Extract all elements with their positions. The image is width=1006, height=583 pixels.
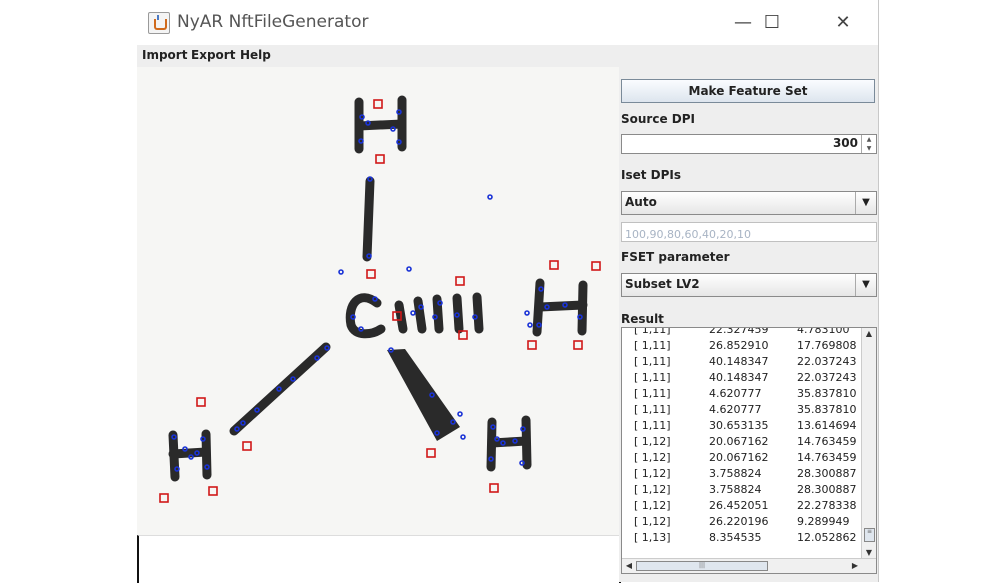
result-cell: 4.620777 (709, 387, 762, 400)
make-feature-set-button[interactable]: Make Feature Set (621, 79, 875, 103)
result-cell: [ 1,11] (634, 403, 671, 416)
result-label: Result (621, 312, 664, 326)
app-window: NyAR NftFileGenerator — ☐ ✕ Import Expor… (137, 0, 879, 583)
result-cell: 20.067162 (709, 451, 769, 464)
result-cell: 9.289949 (797, 515, 850, 528)
result-cell: 22.327459 (709, 327, 769, 336)
title-bar: NyAR NftFileGenerator — ☐ ✕ (137, 0, 878, 45)
result-cell: [ 1,12] (634, 451, 671, 464)
result-cell: 14.763459 (797, 435, 857, 448)
result-row[interactable]: [ 1,12] 26.452051 22.278338 (622, 498, 860, 514)
source-dpi-label: Source DPI (621, 112, 695, 126)
result-row[interactable]: [ 1,11] 40.148347 22.037243 (622, 354, 860, 370)
marker-image-view[interactable] (137, 67, 619, 535)
result-cell: 26.220196 (709, 515, 769, 528)
result-cell: 12.052862 (797, 531, 857, 544)
menu-import[interactable]: Import (142, 48, 187, 62)
result-cell: [ 1,11] (634, 327, 671, 336)
result-row[interactable]: [ 1,12] 20.067162 14.763459 (622, 450, 860, 466)
fset-parameter-value: Subset LV2 (625, 277, 700, 291)
iset-dpis-combo[interactable]: Auto ▼ (621, 191, 877, 215)
result-cell: 17.769808 (797, 339, 857, 352)
java-cup-icon (148, 12, 170, 34)
result-row[interactable]: [ 1,11] 26.852910 17.769808 (622, 338, 860, 354)
result-cell: 3.758824 (709, 483, 762, 496)
result-cell: [ 1,12] (634, 435, 671, 448)
result-row[interactable]: [ 1,11] 40.148347 22.037243 (622, 370, 860, 386)
result-row[interactable]: [ 1,13] 8.354535 12.052862 (622, 530, 860, 546)
result-row[interactable]: [ 1,12] 20.067162 14.763459 (622, 434, 860, 450)
result-cell: [ 1,12] (634, 499, 671, 512)
wedge-bond (387, 349, 460, 441)
spinner-arrows-icon[interactable]: ▲ ▼ (861, 135, 876, 153)
result-rows: [ 1,11] 22.327459 4.783100 [ 1,11] 26.852910… (622, 327, 860, 546)
vertical-scrollbar[interactable]: ▲ ≡ ▼ (861, 328, 876, 559)
scroll-up-icon[interactable]: ▲ (862, 328, 876, 340)
horizontal-scrollbar[interactable]: ◀ ||| ▶ (622, 558, 876, 573)
ink-strokes (168, 95, 588, 482)
result-cell: 40.148347 (709, 355, 769, 368)
close-button[interactable]: ✕ (820, 0, 866, 45)
result-cell: [ 1,11] (634, 387, 671, 400)
chevron-down-icon[interactable]: ▼ (855, 192, 876, 214)
iset-dpis-value: Auto (625, 195, 657, 209)
image-view-bottom (137, 535, 621, 583)
chevron-down-icon[interactable]: ▼ (855, 274, 876, 296)
source-dpi-spinner[interactable]: 300 ▲ ▼ (621, 134, 877, 154)
result-cell: [ 1,11] (634, 355, 671, 368)
feature-points (171, 109, 583, 472)
menu-bar: Import Export Help (137, 45, 878, 67)
result-list[interactable]: [ 1,11] 22.327459 4.783100 [ 1,11] 26.852910… (621, 327, 877, 574)
result-cell: 28.300887 (797, 483, 857, 496)
result-cell: 35.837810 (797, 387, 857, 400)
menu-help[interactable]: Help (240, 48, 271, 62)
source-dpi-value: 300 (832, 136, 858, 150)
result-cell: [ 1,11] (634, 419, 671, 432)
result-cell: [ 1,12] (634, 483, 671, 496)
settings-panel: Make Feature Set Source DPI 300 ▲ ▼ Iset … (619, 67, 878, 582)
result-cell: 22.037243 (797, 355, 857, 368)
result-cell: 4.620777 (709, 403, 762, 416)
marker-image (159, 95, 601, 503)
maximize-button[interactable]: ☐ (749, 0, 795, 45)
result-cell: [ 1,11] (634, 339, 671, 352)
result-cell: 35.837810 (797, 403, 857, 416)
iset-dpis-label: Iset DPIs (621, 168, 682, 182)
result-cell: 8.354535 (709, 531, 762, 544)
scroll-thumb-horizontal[interactable]: ||| (636, 561, 768, 571)
window-title: NyAR NftFileGenerator (177, 12, 369, 32)
iset-dpis-field[interactable] (622, 225, 874, 244)
result-cell: 4.783100 (797, 327, 850, 336)
result-cell: [ 1,13] (634, 531, 671, 544)
result-cell: 22.037243 (797, 371, 857, 384)
result-cell: 14.763459 (797, 451, 857, 464)
fset-parameter-label: FSET parameter (621, 250, 730, 264)
scroll-right-icon[interactable]: ▶ (848, 560, 862, 572)
result-cell: 28.300887 (797, 467, 857, 480)
result-cell: 20.067162 (709, 435, 769, 448)
menu-export[interactable]: Export (191, 48, 235, 62)
result-cell: 22.278338 (797, 499, 857, 512)
scroll-thumb[interactable]: ≡ (864, 528, 875, 542)
result-row[interactable]: [ 1,11] 30.653135 13.614694 (622, 418, 860, 434)
result-row[interactable]: [ 1,12] 3.758824 28.300887 (622, 466, 860, 482)
result-cell: [ 1,11] (634, 371, 671, 384)
result-cell: 3.758824 (709, 467, 762, 480)
scroll-left-icon[interactable]: ◀ (622, 560, 636, 572)
result-cell: 26.852910 (709, 339, 769, 352)
fset-parameter-combo[interactable]: Subset LV2 ▼ (621, 273, 877, 297)
result-row[interactable]: [ 1,11] 4.620777 35.837810 (622, 386, 860, 402)
result-row[interactable]: [ 1,11] 22.327459 4.783100 (622, 327, 860, 338)
result-cell: [ 1,12] (634, 467, 671, 480)
result-cell: [ 1,12] (634, 515, 671, 528)
result-cell: 26.452051 (709, 499, 769, 512)
result-row[interactable]: [ 1,12] 3.758824 28.300887 (622, 482, 860, 498)
result-cell: 40.148347 (709, 371, 769, 384)
result-row[interactable]: [ 1,12] 26.220196 9.289949 (622, 514, 860, 530)
result-cell: 13.614694 (797, 419, 857, 432)
result-row[interactable]: [ 1,11] 4.620777 35.837810 (622, 402, 860, 418)
result-cell: 30.653135 (709, 419, 769, 432)
iset-dpis-input (621, 222, 877, 244)
